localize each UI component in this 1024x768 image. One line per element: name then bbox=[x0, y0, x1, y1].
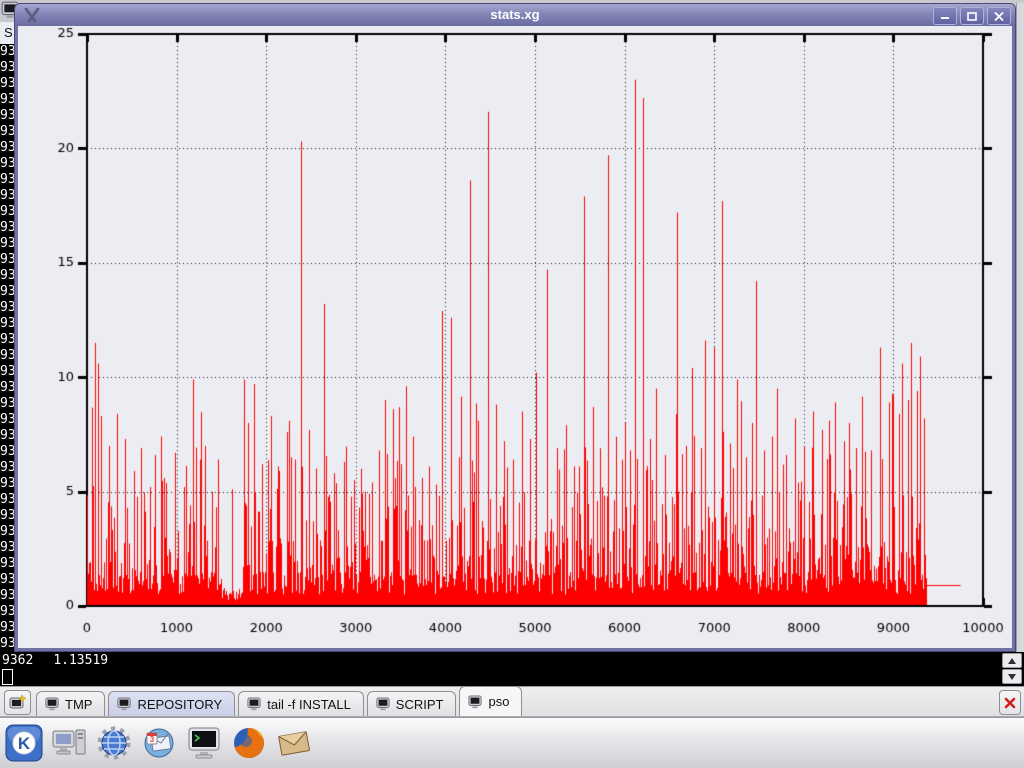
scroll-down-button[interactable] bbox=[1002, 669, 1022, 684]
tab-tail-f-install[interactable]: tail -f INSTALL bbox=[238, 691, 364, 716]
terminal-line: 93 bbox=[0, 332, 14, 348]
terminal-line: 93 bbox=[0, 220, 14, 236]
tab-label: pso bbox=[488, 694, 509, 709]
terminal-line: 93 bbox=[0, 188, 14, 204]
terminal-line: 93 bbox=[0, 76, 14, 92]
terminal-line: 93 bbox=[0, 572, 14, 588]
new-tab-button[interactable] bbox=[4, 690, 31, 715]
terminal-line: 93 bbox=[0, 140, 14, 156]
terminal-line: 93 bbox=[0, 252, 14, 268]
terminal-icon bbox=[247, 697, 261, 711]
terminal-line: 93 bbox=[0, 364, 14, 380]
terminal-line: 93 bbox=[0, 204, 14, 220]
arrow-up-icon bbox=[1008, 658, 1016, 664]
svg-text:3: 3 bbox=[150, 735, 155, 744]
minimize-button[interactable] bbox=[933, 7, 957, 25]
terminal-line: 93 bbox=[0, 604, 14, 620]
tab-label: tail -f INSTALL bbox=[267, 697, 351, 712]
terminal-line: 93 bbox=[0, 460, 14, 476]
terminal-line: 93 bbox=[0, 92, 14, 108]
terminal-line: 93 bbox=[0, 316, 14, 332]
maximize-button[interactable] bbox=[960, 7, 984, 25]
launcher-konqueror[interactable] bbox=[94, 723, 134, 763]
window-title: stats.xg bbox=[15, 4, 1015, 26]
terminal-line: 93 bbox=[0, 284, 14, 300]
terminal-output-bottom[interactable]: 9362 1.13519 bbox=[0, 652, 1024, 686]
terminal-line: 93 bbox=[0, 124, 14, 140]
terminal-line: 93 bbox=[0, 156, 14, 172]
terminal-line: 93 bbox=[0, 492, 14, 508]
terminal-icon bbox=[45, 697, 59, 711]
launcher-firefox[interactable] bbox=[229, 723, 269, 763]
tab-pso[interactable]: pso bbox=[459, 686, 522, 716]
terminal-cursor bbox=[2, 669, 13, 685]
terminal-line: 93 bbox=[0, 444, 14, 460]
terminal-line: 93 bbox=[0, 348, 14, 364]
terminal-line: 93 bbox=[0, 508, 14, 524]
terminal-output-left-sliver[interactable]: 9393939393939393939393939393939393939393… bbox=[0, 44, 14, 652]
terminal-line: 93 bbox=[0, 60, 14, 76]
close-session-button[interactable] bbox=[999, 690, 1021, 715]
xgraph-plot-area bbox=[18, 26, 1012, 648]
terminal-icon bbox=[376, 697, 390, 711]
terminal-icon bbox=[468, 695, 482, 709]
xgraph-window: stats.xg bbox=[14, 3, 1016, 652]
terminal-line: 93 bbox=[0, 636, 14, 652]
kicker-panel: K3 Home - MozilGaim [2]Courrier entrpsoT… bbox=[0, 717, 1024, 768]
terminal-line: 93 bbox=[0, 476, 14, 492]
terminal-line: 93 bbox=[0, 412, 14, 428]
terminal-line: 93 bbox=[0, 540, 14, 556]
tab-label: TMP bbox=[65, 697, 92, 712]
chart-canvas bbox=[18, 26, 1012, 648]
desktop: S 93939393939393939393939393939393939393… bbox=[0, 0, 1024, 768]
tab-list: TMP REPOSITORY tail -f INSTALL SCRIPT pso bbox=[36, 686, 525, 716]
tab-tmp[interactable]: TMP bbox=[36, 691, 105, 716]
konsole-tabbar: TMP REPOSITORY tail -f INSTALL SCRIPT pso bbox=[0, 686, 1024, 717]
tab-script[interactable]: SCRIPT bbox=[367, 691, 457, 716]
launcher-kmenu[interactable]: K bbox=[4, 723, 44, 763]
svg-text:K: K bbox=[18, 734, 31, 753]
scroll-up-button[interactable] bbox=[1002, 653, 1022, 668]
terminal-last-line-value: 1.13519 bbox=[53, 653, 108, 668]
tab-label: REPOSITORY bbox=[137, 697, 222, 712]
terminal-line: 93 bbox=[0, 380, 14, 396]
arrow-down-icon bbox=[1008, 674, 1016, 680]
konsole-right-border bbox=[1016, 3, 1024, 652]
tab-repository[interactable]: REPOSITORY bbox=[108, 691, 235, 716]
launcher-kontact[interactable]: 3 bbox=[139, 723, 179, 763]
terminal-line: 93 bbox=[0, 108, 14, 124]
terminal-last-line: 9362 1.13519 bbox=[2, 653, 108, 668]
tab-label: SCRIPT bbox=[396, 697, 444, 712]
terminal-line: 93 bbox=[0, 428, 14, 444]
launcher-konsole[interactable] bbox=[184, 723, 224, 763]
terminal-line: 93 bbox=[0, 556, 14, 572]
window-buttons bbox=[933, 7, 1011, 25]
terminal-last-line-x: 9362 bbox=[2, 653, 33, 668]
terminal-line: 93 bbox=[0, 588, 14, 604]
terminal-line: 93 bbox=[0, 44, 14, 60]
window-titlebar[interactable]: stats.xg bbox=[15, 4, 1015, 26]
terminal-line: 93 bbox=[0, 396, 14, 412]
close-button[interactable] bbox=[987, 7, 1011, 25]
terminal-line: 93 bbox=[0, 524, 14, 540]
terminal-line: 93 bbox=[0, 236, 14, 252]
terminal-line: 93 bbox=[0, 300, 14, 316]
terminal-line: 93 bbox=[0, 172, 14, 188]
terminal-scrollbar[interactable] bbox=[1002, 653, 1022, 685]
terminal-line: 93 bbox=[0, 620, 14, 636]
terminal-icon bbox=[117, 697, 131, 711]
terminal-line: 93 bbox=[0, 268, 14, 284]
launcher-kmail[interactable] bbox=[274, 723, 314, 763]
launcher-computer[interactable] bbox=[49, 723, 89, 763]
launcher-icons: K3 bbox=[4, 723, 314, 763]
